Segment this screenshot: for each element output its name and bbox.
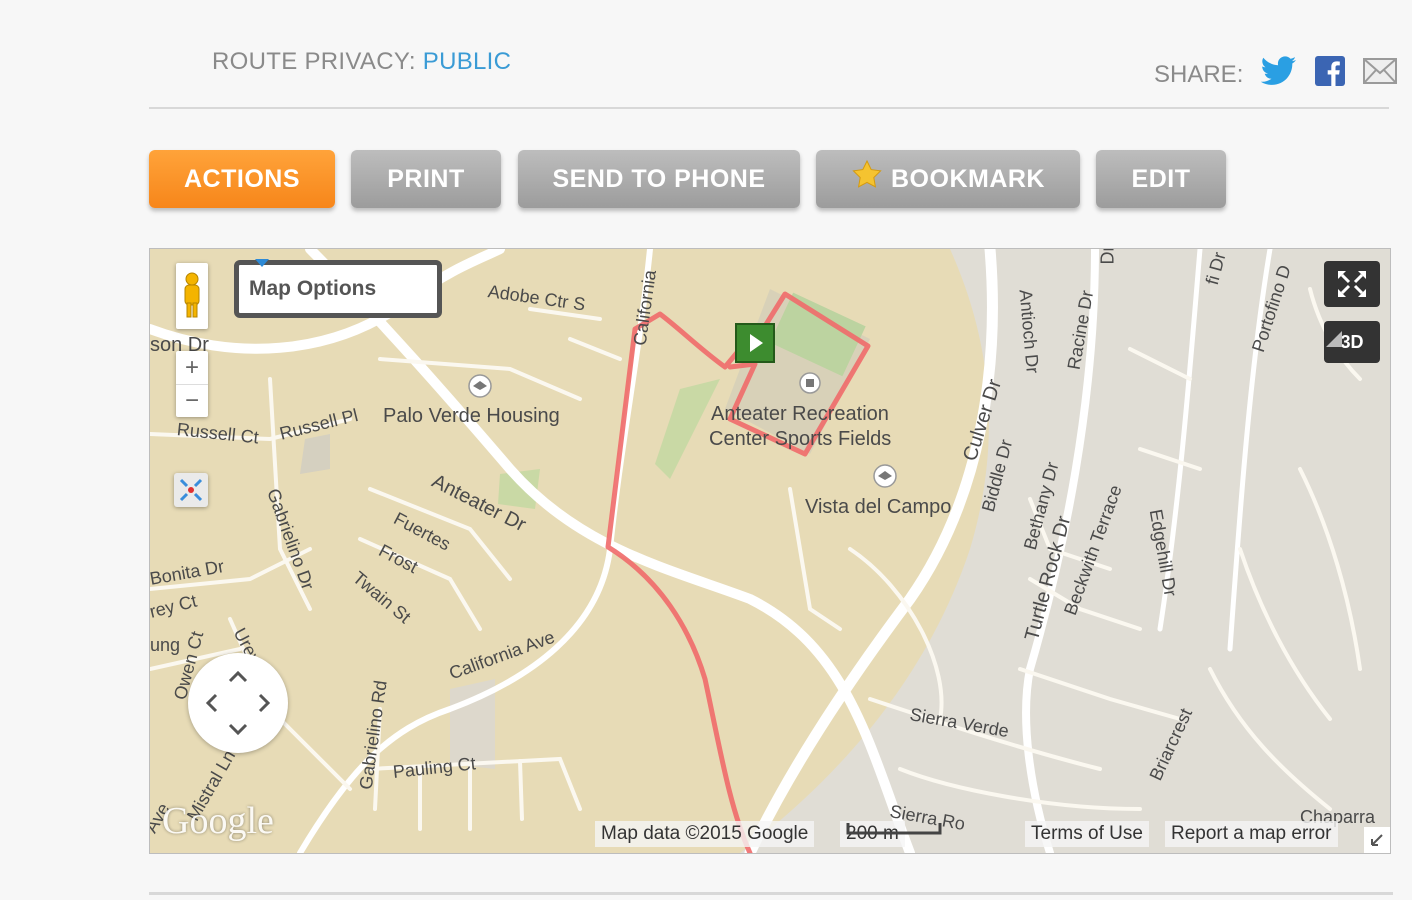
place-label-vista: Vista del Campo [805, 496, 952, 518]
email-icon[interactable] [1363, 58, 1398, 91]
route-start-marker[interactable] [735, 323, 775, 363]
scale-line [846, 823, 942, 835]
facebook-icon[interactable] [1315, 56, 1346, 93]
pan-control[interactable] [188, 653, 288, 753]
tilt-icon [1326, 331, 1342, 347]
zoom-control: + − [176, 351, 208, 417]
share-label: SHARE: [1154, 60, 1244, 88]
privacy-label: ROUTE PRIVACY: [212, 48, 416, 75]
three-d-button[interactable]: 3D [1324, 321, 1380, 363]
street-view-pegman[interactable] [176, 263, 208, 329]
map-options-dropdown[interactable]: Map Options [234, 259, 442, 318]
header-divider [149, 107, 1389, 109]
google-logo: Google [162, 800, 274, 842]
recenter-button[interactable] [174, 473, 208, 507]
share-bar: SHARE: [1154, 56, 1398, 93]
terms-link[interactable]: Terms of Use [1025, 821, 1149, 847]
zoom-in-button[interactable]: + [176, 351, 208, 385]
pegman-icon [184, 272, 200, 318]
place-label-arc-1: Anteater Recreation [711, 403, 889, 425]
play-icon [750, 334, 763, 352]
three-d-label: 3D [1340, 331, 1364, 352]
send-to-phone-button[interactable]: SEND TO PHONE [518, 150, 800, 208]
print-button[interactable]: PRINT [351, 150, 501, 208]
recenter-icon [179, 478, 203, 502]
privacy-value-link[interactable]: PUBLIC [423, 48, 512, 75]
street-dr-top: Dr [1097, 248, 1118, 265]
twitter-icon[interactable] [1261, 56, 1297, 93]
zoom-out-button[interactable]: − [176, 385, 208, 417]
star-icon [852, 159, 882, 188]
route-privacy: ROUTE PRIVACY: PUBLIC [212, 48, 511, 76]
report-error-link[interactable]: Report a map error [1165, 821, 1338, 847]
map-bottom-divider [149, 892, 1393, 895]
edit-button[interactable]: EDIT [1096, 150, 1226, 208]
caret-down-icon [255, 259, 269, 267]
place-label-arc-2: Center Sports Fields [709, 428, 892, 450]
map-options-label: Map Options [249, 277, 377, 300]
map-data-attribution: Map data ©2015 Google [595, 821, 815, 847]
place-label-palo-verde: Palo Verde Housing [383, 405, 560, 427]
pan-arrows-icon [205, 670, 271, 736]
resize-corner-icon[interactable] [1364, 827, 1390, 853]
scale-bar: 200 m [840, 821, 942, 847]
fullscreen-button[interactable] [1324, 261, 1380, 307]
route-map[interactable]: Palo Verde Housing Anteater Recreation C… [149, 248, 1391, 854]
bookmark-button[interactable]: BOOKMARK [816, 150, 1080, 208]
bookmark-label: BOOKMARK [891, 164, 1045, 193]
expand-icon [1338, 271, 1366, 297]
actions-button[interactable]: ACTIONS [149, 150, 335, 208]
street-ung: ung [150, 635, 181, 655]
